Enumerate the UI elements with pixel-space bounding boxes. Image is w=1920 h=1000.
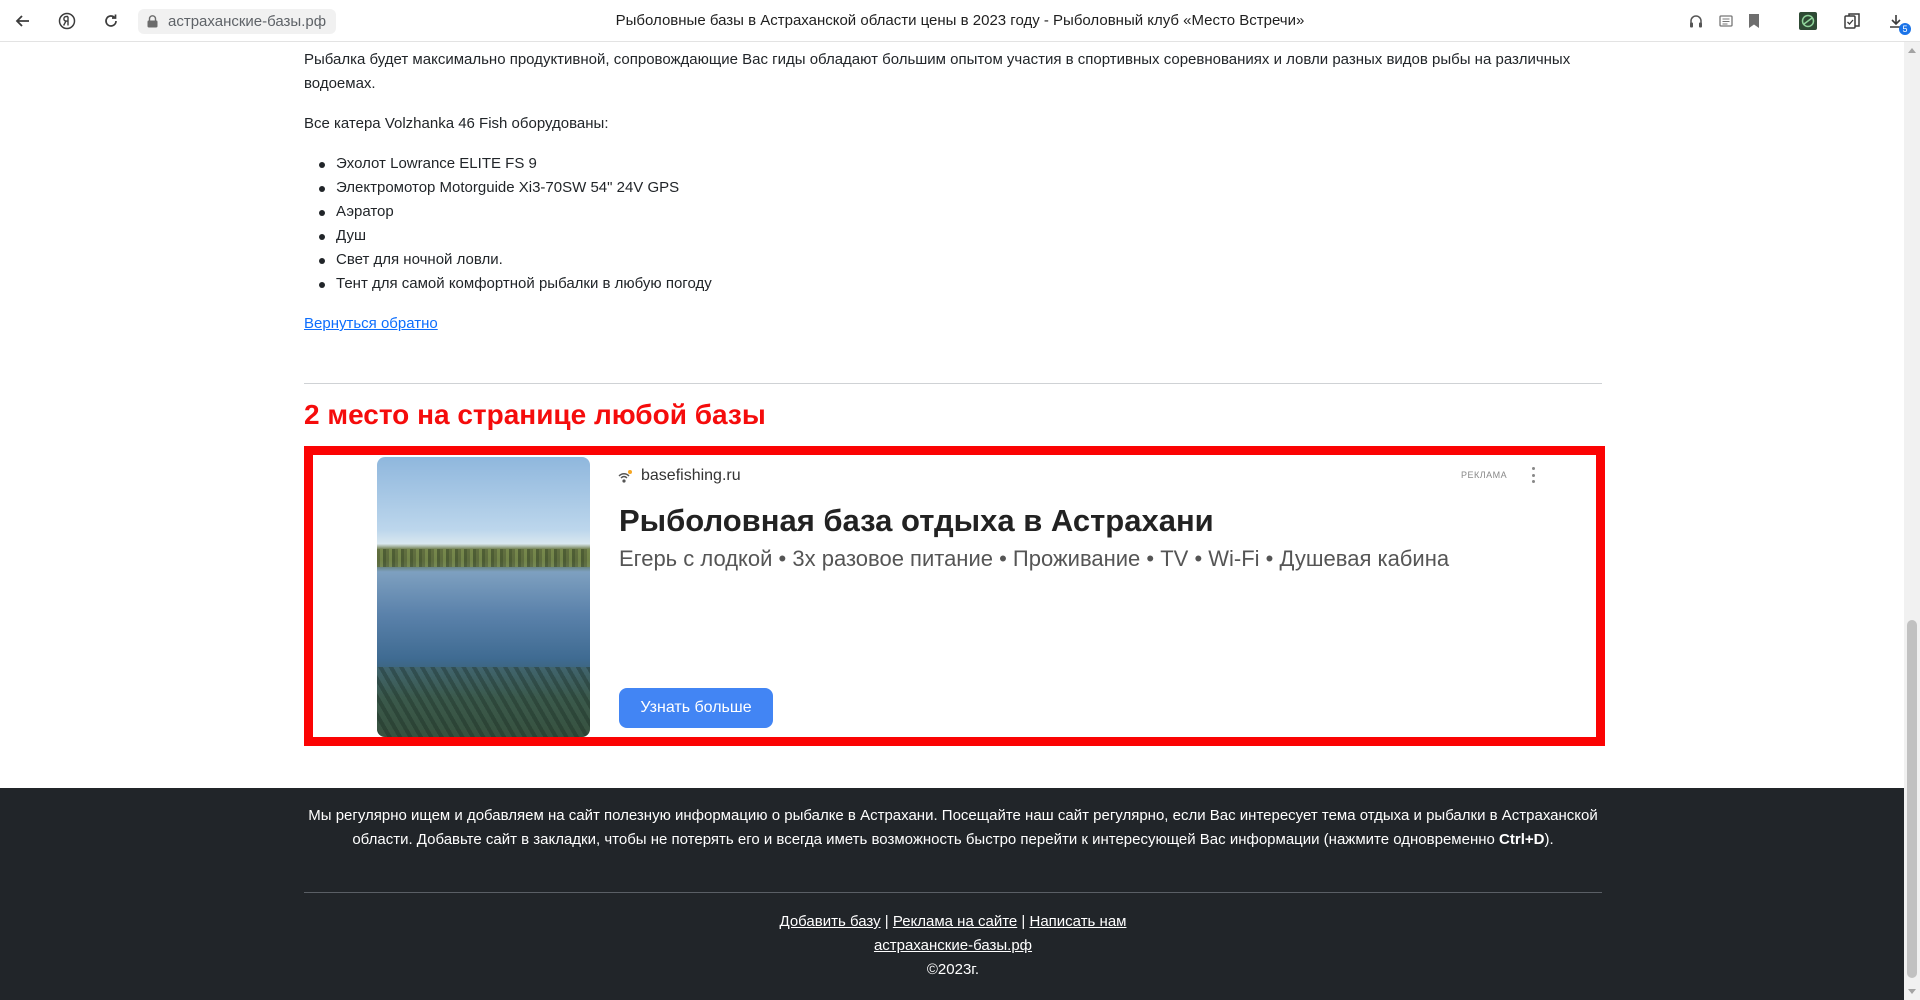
downloads-icon[interactable]: 5 (1884, 9, 1911, 35)
scroll-up-icon[interactable] (1908, 48, 1916, 53)
list-item: Душ (304, 224, 712, 248)
back-link[interactable]: Вернуться обратно (304, 312, 438, 336)
promo-heading: 2 место на странице любой базы (304, 399, 766, 430)
list-item: Электромотор Motorguide Xi3-70SW 54" 24V… (304, 176, 712, 200)
list-item: Тент для самой комфортной рыбалки в любу… (304, 272, 712, 296)
back-arrow-icon[interactable] (11, 9, 35, 33)
scroll-down-icon[interactable] (1908, 989, 1916, 994)
advertising-link[interactable]: Реклама на сайте (893, 913, 1017, 930)
contact-link[interactable]: Написать нам (1030, 913, 1127, 930)
ad-label: РЕКЛАМА (1461, 470, 1508, 480)
bookmark-icon[interactable] (1742, 9, 1766, 33)
page-tab-title: Рыболовные базы в Астраханской области ц… (615, 12, 1305, 29)
add-base-link[interactable]: Добавить базу (780, 913, 881, 930)
extension-icon[interactable] (1796, 9, 1820, 33)
yandex-logo-icon[interactable] (55, 9, 79, 33)
link-separator: | (884, 913, 889, 930)
ad-image[interactable] (377, 457, 590, 737)
footer-divider (304, 892, 1602, 893)
ad-title[interactable]: Рыболовная база отдыха в Астрахани (619, 501, 1214, 541)
reload-icon[interactable] (99, 9, 123, 33)
scrollbar-thumb[interactable] (1907, 620, 1917, 978)
keyboard-shortcut: Ctrl+D (1499, 831, 1545, 848)
list-item: Аэратор (304, 200, 712, 224)
site-footer: Мы регулярно ищем и добавляем на сайт по… (0, 788, 1904, 1000)
footer-links: Добавить базу | Реклама на сайте | Напис… (304, 910, 1602, 934)
reader-mode-icon[interactable] (1714, 9, 1738, 33)
list-item: Свет для ночной ловли. (304, 248, 712, 272)
ad-domain[interactable]: basefishing.ru (641, 464, 741, 488)
link-separator: | (1021, 913, 1026, 930)
browser-toolbar: астраханские-базы.рф Рыболовные базы в А… (0, 0, 1920, 42)
ad-description: Егерь с лодкой • 3х разовое питание • Пр… (619, 546, 1450, 571)
intro-paragraph: Рыбалка будет максимально продуктивной, … (304, 51, 1571, 92)
water-weeds-shape (377, 667, 590, 737)
page-scrollbar[interactable] (1904, 42, 1920, 1000)
ad-banner[interactable]: basefishing.ru РЕКЛАМА Рыболовная база о… (304, 446, 1605, 746)
lock-icon (147, 15, 158, 28)
equipment-heading: Все катера Volzhanka 46 Fish оборудованы… (304, 115, 609, 132)
downloads-count-badge: 5 (1899, 23, 1911, 35)
address-bar[interactable]: астраханские-базы.рф (138, 9, 337, 34)
footer-description: Мы регулярно ищем и добавляем на сайт по… (308, 807, 1598, 848)
headphones-icon[interactable] (1684, 9, 1708, 33)
site-favicon-icon (618, 470, 632, 483)
list-item: Эхолот Lowrance ELITE FS 9 (304, 152, 712, 176)
more-options-icon[interactable] (1525, 465, 1541, 485)
copyright: ©2023г. (926, 961, 980, 978)
reeds-shape (377, 549, 590, 567)
equipment-list: Эхолот Lowrance ELITE FS 9 Электромотор … (304, 152, 712, 296)
learn-more-button[interactable]: Узнать больше (619, 688, 773, 728)
address-text: астраханские-базы.рф (168, 13, 327, 30)
divider (304, 383, 1602, 384)
site-home-link[interactable]: астраханские-базы.рф (874, 937, 1032, 954)
collections-icon[interactable] (1840, 9, 1864, 33)
